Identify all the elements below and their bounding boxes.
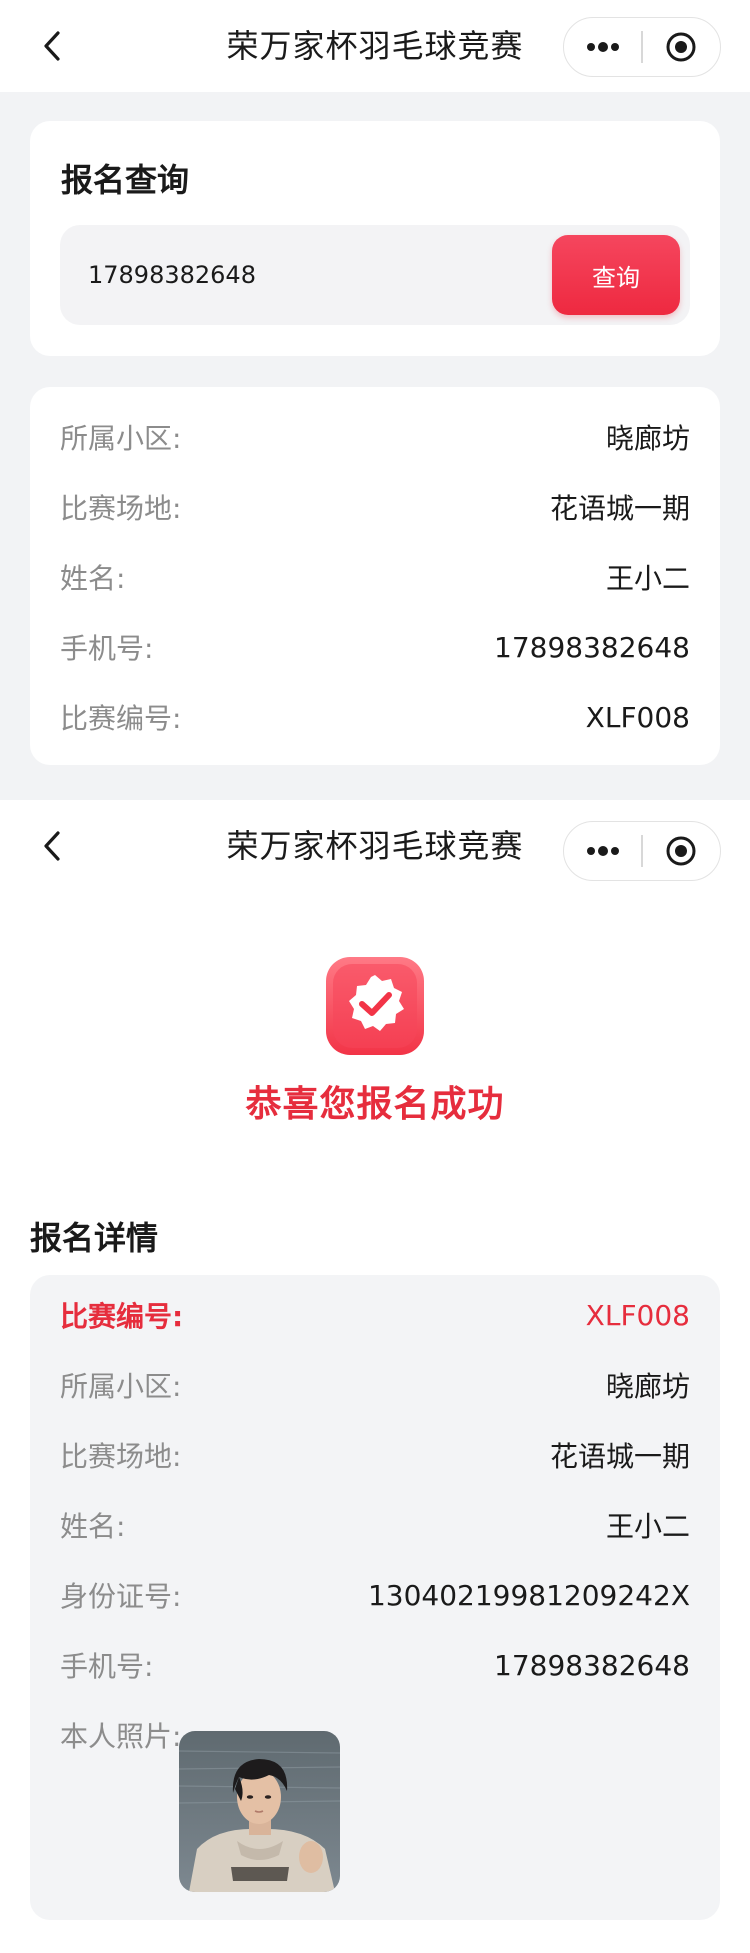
result-row-phone: 手机号: 17898382648 [60, 627, 690, 667]
mini-program-capsule [563, 17, 721, 77]
row-value: 王小二 [605, 562, 690, 595]
more-dots-icon [586, 42, 619, 52]
row-value: 17898382648 [494, 630, 690, 664]
row-label: 比赛场地: [60, 492, 182, 525]
query-title: 报名查询 [61, 161, 190, 199]
detail-row-photo: 本人照片: [60, 1715, 181, 1755]
result-row-name: 姓名: 王小二 [60, 557, 690, 597]
phone-search-input[interactable] [88, 225, 508, 325]
row-value: 晓廊坊 [605, 422, 690, 455]
row-label: 姓名: [60, 562, 126, 595]
more-button[interactable] [564, 17, 641, 77]
row-label: 所属小区: [60, 422, 182, 455]
details-title: 报名详情 [30, 1219, 159, 1257]
photo-label: 本人照片: [60, 1720, 182, 1753]
row-label: 姓名: [60, 1510, 126, 1543]
detail-row-match-no: 比赛编号: XLF008 [60, 1295, 690, 1335]
result-row-match-no: 比赛编号: XLF008 [60, 697, 690, 737]
nav-bar: 荣万家杯羽毛球竞赛 [0, 0, 750, 92]
detail-row-name: 姓名: 王小二 [60, 1505, 690, 1545]
details-card: 比赛编号: XLF008 所属小区: 晓廊坊 比赛场地: 花语城一期 姓名: 王… [30, 1275, 720, 1920]
detail-row-phone: 手机号: 17898382648 [60, 1645, 690, 1685]
close-button[interactable] [643, 821, 720, 881]
row-label: 手机号: [60, 1650, 154, 1683]
query-button[interactable]: 查询 [552, 235, 680, 315]
result-row-community: 所属小区: 晓廊坊 [60, 417, 690, 457]
row-value: 晓廊坊 [605, 1370, 690, 1403]
query-screen: 荣万家杯羽毛球竞赛 报名查询 查询 [0, 0, 750, 800]
row-label: 比赛编号: [60, 702, 182, 735]
search-box: 查询 [60, 225, 690, 325]
success-message: 恭喜您报名成功 [245, 1084, 505, 1125]
row-label: 比赛编号: [60, 1300, 184, 1333]
row-label: 手机号: [60, 632, 154, 665]
close-button[interactable] [643, 17, 720, 77]
target-icon [666, 836, 696, 866]
row-value: XLF008 [585, 700, 690, 734]
detail-row-community: 所属小区: 晓廊坊 [60, 1365, 690, 1405]
row-value: 13040219981209242X [367, 1578, 690, 1612]
row-value: 王小二 [605, 1510, 690, 1543]
row-label: 身份证号: [60, 1580, 182, 1613]
detail-row-venue: 比赛场地: 花语城一期 [60, 1435, 690, 1475]
more-button[interactable] [564, 821, 641, 881]
nav-bar: 荣万家杯羽毛球竞赛 [0, 800, 750, 892]
target-icon [666, 32, 696, 62]
row-value: 花语城一期 [549, 492, 690, 525]
row-value: 17898382648 [494, 1648, 690, 1682]
query-card: 报名查询 查询 [30, 121, 720, 356]
profile-photo[interactable] [179, 1731, 340, 1892]
row-label: 比赛场地: [60, 1440, 182, 1473]
detail-row-id-number: 身份证号: 13040219981209242X [60, 1575, 690, 1615]
row-value: XLF008 [585, 1298, 690, 1332]
badge-check-icon [324, 955, 426, 1057]
row-label: 所属小区: [60, 1370, 182, 1403]
more-dots-icon [586, 846, 619, 856]
query-result-card: 所属小区: 晓廊坊 比赛场地: 花语城一期 姓名: 王小二 手机号: 17898… [30, 387, 720, 765]
row-value: 花语城一期 [549, 1440, 690, 1473]
result-row-venue: 比赛场地: 花语城一期 [60, 487, 690, 527]
mini-program-capsule [563, 821, 721, 881]
